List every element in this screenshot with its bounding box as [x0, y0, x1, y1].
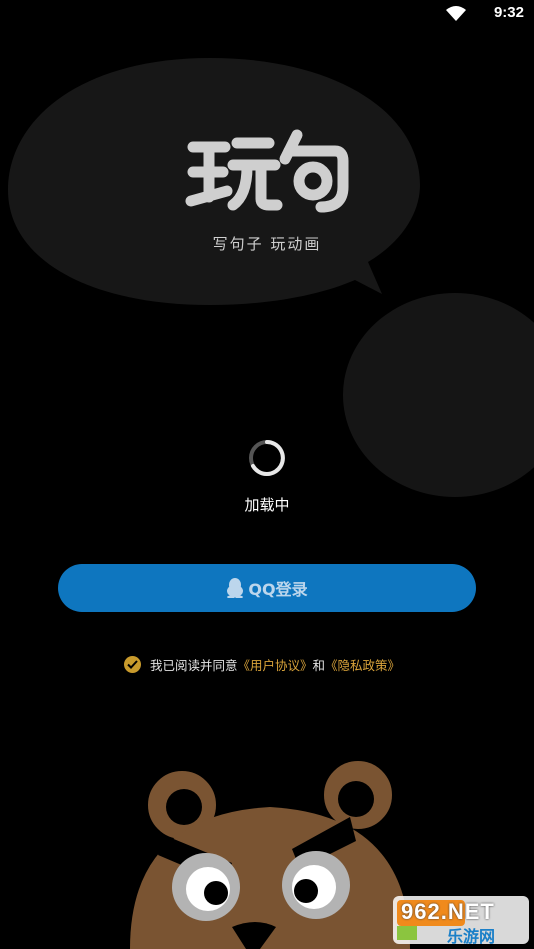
- app-slogan: 写句子 玩动画: [212, 235, 322, 253]
- check-icon: [127, 660, 138, 669]
- watermark-962net: 962.NET 乐游网: [393, 896, 529, 946]
- agreement-row: 我已阅读并同意 《用户协议》 和 《隐私政策》: [124, 655, 400, 674]
- user-agreement-link[interactable]: 《用户协议》: [238, 655, 313, 674]
- watermark-top-text: 962.NET: [401, 899, 495, 924]
- qq-penguin-icon: [227, 578, 244, 598]
- agreement-prefix: 我已阅读并同意: [150, 658, 238, 673]
- app-logo: [185, 129, 349, 213]
- agreement-checkbox[interactable]: [124, 656, 141, 673]
- agreement-and: 和: [312, 658, 326, 673]
- privacy-policy-link[interactable]: 《隐私政策》: [325, 655, 400, 674]
- loading-text: 加载中: [244, 496, 290, 514]
- watermark-bottom-text: 乐游网: [447, 927, 496, 946]
- qq-login-button[interactable]: QQ登录: [58, 564, 476, 612]
- loading-spinner-icon: [249, 440, 285, 476]
- qq-login-label: QQ登录: [248, 580, 308, 599]
- bear-mascot-illustration: [130, 757, 410, 949]
